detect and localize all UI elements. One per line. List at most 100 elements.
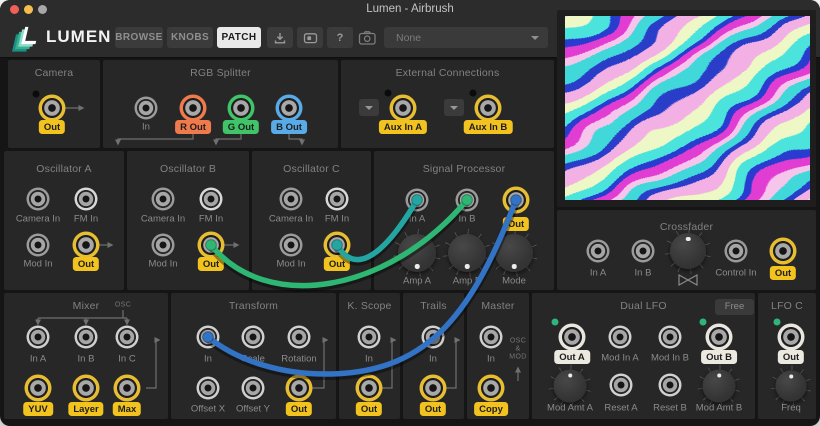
chevron-down-icon [365,106,373,114]
amp-a-knob[interactable] [398,234,436,272]
mod-amt-a-knob[interactable] [554,370,587,403]
osc-c-fm-in-jack[interactable] [326,188,349,211]
trails-out-jack[interactable] [420,375,447,402]
mixer-in-b-jack[interactable] [75,326,98,349]
sp-out-jack[interactable] [503,187,530,214]
osc-c-out-jack[interactable] [324,232,351,259]
crossfader-knob[interactable] [670,233,706,269]
mixer-in-a-jack[interactable] [27,326,50,349]
rgb-g-out-badge: G Out [223,120,259,134]
aux-a-source-dropdown[interactable] [359,99,379,116]
aux-in-b-jack[interactable] [475,95,502,122]
lfo-out-b-jack[interactable] [706,324,733,351]
lfo-mod-in-b-jack[interactable] [659,326,682,349]
lfo-reset-a-label: Reset A [604,403,637,414]
save-button[interactable] [267,27,293,48]
master-copy-jack[interactable] [478,375,505,402]
chevron-down-icon [450,106,458,114]
master-amp-tag: & [515,346,520,353]
osc-a-camera-in-jack[interactable] [27,188,50,211]
mod-amt-a-label: Mod Amt A [547,403,593,414]
transform-rotation-jack[interactable] [288,326,311,349]
transform-offset-y-jack[interactable] [242,377,265,400]
tab-browse[interactable]: BROWSE [115,27,163,48]
osc-c-mod-in-jack[interactable] [280,234,303,257]
mod-amt-b-knob[interactable] [703,370,736,403]
transform-offset-x-jack[interactable] [197,377,220,400]
mixer-max-out-jack[interactable] [114,375,141,402]
kscope-in-jack[interactable] [358,326,381,349]
transform-in-jack[interactable] [197,326,220,349]
amp-b-knob[interactable] [448,234,486,272]
xfade-control-in-label: Control In [715,268,756,279]
osc-b-out-badge: Out [198,257,224,271]
lfo-out-a-jack[interactable] [559,324,586,351]
trails-in-jack[interactable] [422,326,445,349]
lfo-mod-in-a-jack[interactable] [609,326,632,349]
rgb-r-out-badge: R Out [175,120,211,134]
module-title: Signal Processor [374,163,554,175]
camera-out-jack[interactable] [39,95,66,122]
snapshot-button[interactable] [297,27,323,48]
osc-b-fm-in-jack[interactable] [200,188,223,211]
transform-offset-x-label: Offset X [191,404,225,415]
osc-b-mod-in-label: Mod In [148,259,177,270]
xfade-in-a-jack[interactable] [587,240,610,263]
osc-a-mod-in-jack[interactable] [27,234,50,257]
module-title: Oscillator C [252,163,371,175]
transform-rotation-label: Rotation [281,354,316,365]
tab-knobs[interactable]: KNOBS [167,27,213,48]
osc-b-out-jack[interactable] [198,232,225,259]
master-osc-tag: OSC [510,338,526,345]
xfade-control-in-jack[interactable] [725,240,748,263]
xfade-out-jack[interactable] [770,238,797,265]
mixer-yuv-out-jack[interactable] [25,375,52,402]
master-copy-badge: Copy [474,402,508,416]
freq-knob[interactable] [776,371,807,402]
help-button[interactable]: ? [327,27,353,48]
camera-led-off [33,91,40,98]
amp-b-label: Amp B [453,276,482,287]
lfo-reset-b-jack[interactable] [659,374,682,397]
aux-in-a-jack[interactable] [390,95,417,122]
rgb-in-jack[interactable] [135,97,158,120]
mode-label: Mode [502,276,526,287]
camera-source-select[interactable]: None [384,27,548,48]
kscope-out-jack[interactable] [356,375,383,402]
tab-patch[interactable]: PATCH [217,27,261,48]
aux-in-a-badge: Aux In A [379,120,427,134]
transform-out-jack[interactable] [286,375,313,402]
mode-knob[interactable] [495,234,533,272]
app-window: Lumen - Airbrush LUMEN BROWSE KNOBS PATC… [0,0,820,426]
mixer-in-b-label: In B [78,354,95,365]
mixer-in-c-jack[interactable] [116,326,139,349]
kscope-in-label: In [365,354,373,365]
lumen-logo-icon [12,24,44,54]
camera-out-badge: Out [39,120,65,134]
aux-b-source-dropdown[interactable] [444,99,464,116]
xfade-in-a-label: In A [590,268,606,279]
osc-b-camera-in-jack[interactable] [152,188,175,211]
sp-in-b-jack[interactable] [456,189,479,212]
lfo-mod-in-a-label: Mod In A [601,353,639,364]
lfo-c-out-jack[interactable] [778,324,805,351]
osc-c-out-badge: Out [324,257,350,271]
lfo-free-button[interactable]: Free [715,299,754,315]
osc-a-fm-in-jack[interactable] [75,188,98,211]
transform-scale-jack[interactable] [242,326,265,349]
rgb-r-out-jack[interactable] [180,95,207,122]
rgb-g-out-jack[interactable] [228,95,255,122]
transform-offset-y-label: Offset Y [236,404,270,415]
osc-a-out-jack[interactable] [73,232,100,259]
sp-in-a-jack[interactable] [406,189,429,212]
osc-c-camera-in-jack[interactable] [280,188,303,211]
module-title: K. Scope [339,300,400,312]
module-title: Mixer [4,300,168,312]
rgb-b-out-jack[interactable] [276,95,303,122]
amp-a-label: Amp A [403,276,431,287]
mixer-layer-out-jack[interactable] [73,375,100,402]
lfo-reset-a-jack[interactable] [610,374,633,397]
osc-b-mod-in-jack[interactable] [152,234,175,257]
xfade-in-b-jack[interactable] [632,240,655,263]
master-in-jack[interactable] [480,326,503,349]
